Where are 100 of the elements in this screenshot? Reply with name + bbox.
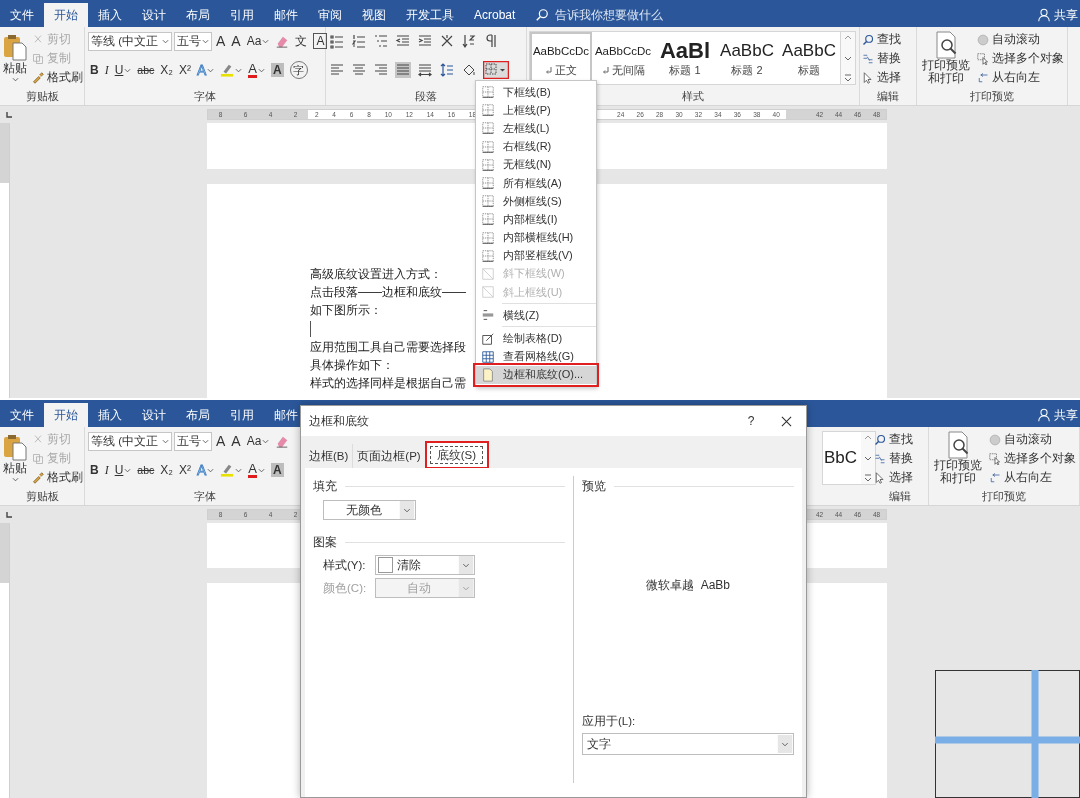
grow-font-button[interactable]: A	[214, 31, 228, 51]
grow-font-button[interactable]: A	[214, 431, 228, 451]
tell-me-field[interactable]: 告诉我你想要做什么	[553, 7, 718, 23]
bold-button[interactable]: B	[88, 60, 101, 80]
italic-button[interactable]: I	[102, 60, 111, 80]
menu-item[interactable]: 左框线(L)	[476, 119, 596, 138]
style-item[interactable]: AaBbC 标题	[778, 32, 840, 84]
auto-scroll-button[interactable]: 自动滚动	[989, 431, 1076, 448]
ribbon-tab[interactable]: 开始	[44, 3, 88, 27]
ribbon-tab[interactable]: 布局	[176, 3, 220, 27]
bold-button[interactable]: B	[88, 460, 101, 480]
right-to-left-button[interactable]: 从右向左	[977, 69, 1064, 86]
subscript-button[interactable]: X₂	[158, 460, 175, 480]
character-shading-button[interactable]: A	[268, 60, 286, 80]
more-styles-icon[interactable]	[843, 73, 853, 83]
ribbon-tab[interactable]: 布局	[176, 403, 220, 427]
ribbon-tab[interactable]: 邮件	[264, 3, 308, 27]
justify-icon[interactable]	[395, 62, 411, 78]
font-color-button[interactable]: A	[246, 60, 267, 80]
ribbon-tab[interactable]: 审阅	[308, 3, 352, 27]
ribbon-tab[interactable]: 引用	[220, 3, 264, 27]
numbered-list-icon[interactable]	[351, 33, 367, 49]
style-item[interactable]: BbC	[823, 432, 861, 484]
borders-button[interactable]	[483, 61, 509, 79]
clipboard-button[interactable]: 格式刷	[32, 69, 83, 86]
underline-button[interactable]: U	[112, 60, 134, 80]
font-name-dropdown[interactable]: 等线 (中文正	[88, 31, 172, 51]
character-shading-button[interactable]: A	[268, 460, 286, 480]
menu-item[interactable]: 内部竖框线(V)	[476, 246, 596, 265]
replace-button[interactable]: 替换	[874, 450, 913, 467]
align-right-icon[interactable]	[373, 62, 389, 78]
right-to-left-button[interactable]: 从右向左	[989, 469, 1076, 486]
replace-button[interactable]: 替换	[862, 50, 901, 67]
multilevel-list-icon[interactable]	[373, 33, 389, 49]
menu-item[interactable]: 查看网格线(G)	[476, 347, 596, 366]
fill-color-dropdown[interactable]: 无颜色	[323, 500, 416, 520]
menu-item[interactable]: 外侧框线(S)	[476, 192, 596, 211]
menu-item[interactable]: 内部横框线(H)	[476, 228, 596, 247]
ribbon-tab[interactable]: 设计	[132, 403, 176, 427]
font-color-button[interactable]: A	[246, 460, 267, 480]
shrink-font-button[interactable]: A	[229, 431, 243, 451]
ribbon-tab[interactable]: 插入	[88, 403, 132, 427]
tab-stop-icon[interactable]	[4, 510, 14, 520]
line-spacing-icon[interactable]	[439, 62, 455, 78]
align-center-icon[interactable]	[351, 62, 367, 78]
asian-layout-icon[interactable]	[439, 33, 455, 49]
select-objects-button[interactable]: 选择多个对象	[989, 450, 1076, 467]
menu-item[interactable]: 横线(Z)	[476, 306, 596, 325]
style-item[interactable]: AaBbC 标题 2	[716, 32, 778, 84]
style-item[interactable]: AaBbCcDc 无间隔	[592, 32, 654, 84]
ribbon-tab[interactable]: 邮件	[264, 403, 308, 427]
bullet-list-icon[interactable]	[329, 33, 345, 49]
dialog-tab[interactable]: 底纹(S)	[425, 442, 489, 468]
apply-to-dropdown[interactable]: 文字	[582, 733, 794, 755]
menu-item[interactable]: 所有框线(A)	[476, 173, 596, 193]
underline-button[interactable]: U	[112, 460, 134, 480]
align-left-icon[interactable]	[329, 62, 345, 78]
menu-item[interactable]: 无框线(N)	[476, 155, 596, 174]
ribbon-tab[interactable]: 引用	[220, 403, 264, 427]
menu-item[interactable]: 绘制表格(D)	[476, 329, 596, 348]
close-icon[interactable]	[781, 415, 792, 427]
character-border-button[interactable]: A	[311, 31, 330, 51]
paint-bucket-icon[interactable]	[461, 62, 477, 78]
strikethrough-button[interactable]: abc	[135, 60, 157, 80]
menu-item[interactable]: 内部框线(I)	[476, 210, 596, 229]
help-button[interactable]: ?	[741, 414, 761, 428]
ribbon-tab[interactable]: 文件	[0, 403, 44, 427]
strikethrough-button[interactable]: abc	[135, 460, 157, 480]
increase-indent-icon[interactable]	[417, 33, 433, 49]
style-item[interactable]: AaBl 标题 1	[654, 32, 716, 84]
print-preview-button[interactable]: 打印预览和打印	[929, 431, 987, 485]
menu-item[interactable]: 边框和底纹(O)...	[476, 365, 596, 384]
superscript-button[interactable]: X²	[176, 460, 193, 480]
shrink-font-button[interactable]: A	[229, 31, 243, 51]
print-preview-button[interactable]: 打印预览和打印	[917, 31, 975, 85]
change-case-button[interactable]: Aa	[244, 431, 272, 451]
font-size-dropdown[interactable]: 五号	[174, 431, 212, 451]
decrease-indent-icon[interactable]	[395, 33, 411, 49]
ribbon-tab[interactable]: 开发工具	[396, 3, 464, 27]
ribbon-tab[interactable]: 设计	[132, 3, 176, 27]
menu-item[interactable]: 下框线(B)	[476, 83, 596, 102]
paragraph-mark-icon[interactable]	[483, 33, 499, 49]
change-case-button[interactable]: Aa	[244, 31, 272, 51]
sort-icon[interactable]	[461, 33, 477, 49]
clipboard-button[interactable]: 格式刷	[32, 469, 83, 486]
auto-scroll-button[interactable]: 自动滚动	[977, 31, 1064, 48]
ribbon-tab[interactable]: 视图	[352, 3, 396, 27]
italic-button[interactable]: I	[102, 460, 111, 480]
select-button[interactable]: 选择	[874, 469, 913, 486]
distributed-icon[interactable]	[417, 62, 433, 78]
font-size-dropdown[interactable]: 五号	[174, 31, 212, 51]
ribbon-tab[interactable]: 文件	[0, 3, 44, 27]
font-name-dropdown[interactable]: 等线 (中文正	[88, 431, 172, 451]
share-button[interactable]: 共享	[1037, 403, 1080, 427]
select-button[interactable]: 选择	[862, 69, 901, 86]
ribbon-tab[interactable]: Acrobat	[464, 3, 526, 27]
select-objects-button[interactable]: 选择多个对象	[977, 50, 1064, 67]
find-button[interactable]: 查找	[874, 431, 913, 448]
paste-button[interactable]: 粘贴	[0, 431, 30, 483]
tab-stop-icon[interactable]	[4, 110, 14, 120]
